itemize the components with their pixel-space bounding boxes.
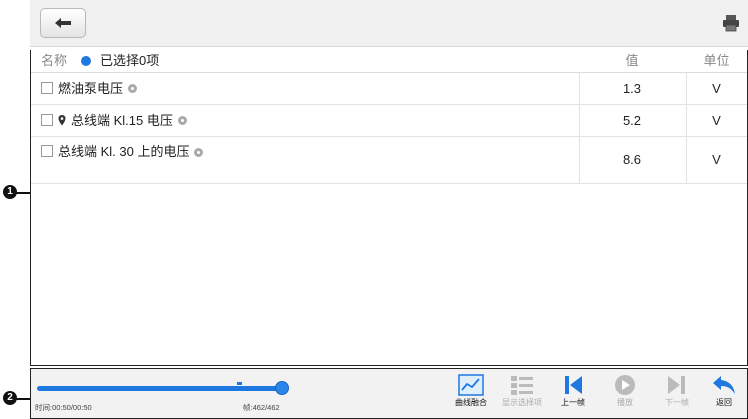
progress-marker: [237, 382, 242, 385]
next-frame-label: 下一帧: [665, 398, 689, 407]
skip-next-icon: [668, 376, 685, 394]
row-value: 5.2: [622, 113, 642, 128]
time-readout: 时间:00:50/00:50: [35, 403, 92, 412]
row-name-cell: 总线端 Kl.15 电压: [58, 105, 187, 136]
progress-track[interactable]: [37, 386, 287, 391]
row-unit: V: [712, 81, 721, 96]
playback-toolbar: 时间:00:50/00:50 帧:462/462 曲线融合 显示选择项 上一帧: [30, 368, 748, 419]
row-checkbox[interactable]: [41, 145, 53, 157]
row-value: 8.6: [622, 152, 642, 167]
return-arrow-icon: [713, 376, 735, 394]
top-bar: [30, 0, 748, 47]
pin-icon: [58, 115, 66, 126]
line-chart-icon: [458, 374, 484, 396]
back-arrow-icon: [55, 18, 71, 28]
play-label: 播放: [617, 398, 633, 407]
header-value: 值: [625, 53, 639, 68]
row-unit: V: [712, 113, 721, 128]
previous-frame-label: 上一帧: [561, 398, 585, 407]
skip-previous-icon: [565, 376, 582, 394]
info-icon[interactable]: [128, 84, 138, 93]
row-checkbox[interactable]: [41, 114, 53, 126]
progress-slider-handle[interactable]: [275, 381, 289, 395]
play-button[interactable]: 播放: [601, 372, 649, 418]
callout-1-line: [16, 192, 30, 194]
table-row[interactable]: 燃油泵电压 1.3 V: [31, 73, 747, 105]
row-unit: V: [712, 152, 721, 167]
row-name-cell: 燃油泵电压: [58, 73, 138, 104]
callout-1: 1: [3, 185, 17, 199]
row-value: 1.3: [622, 81, 642, 96]
frame-readout: 帧:462/462: [243, 403, 280, 412]
callout-2: 2: [3, 391, 17, 405]
data-table: 名称 已选择0项 值 单位 燃油泵电压 1.3 V 总线端 Kl.15 电压 5…: [30, 50, 748, 366]
table-header: 名称 已选择0项 值 单位: [31, 50, 747, 73]
info-icon[interactable]: [177, 116, 187, 125]
show-selected-button[interactable]: 显示选择项: [498, 372, 546, 418]
checklist-icon: [511, 376, 533, 395]
return-label: 返回: [716, 398, 732, 407]
back-button[interactable]: [40, 8, 86, 38]
row-name: 总线端 Kl.15 电压: [71, 113, 173, 128]
header-selected-count: 已选择0项: [100, 53, 160, 68]
return-button[interactable]: 返回: [700, 372, 748, 418]
show-selected-label: 显示选择项: [502, 398, 542, 407]
app-frame: 名称 已选择0项 值 单位 燃油泵电压 1.3 V 总线端 Kl.15 电压 5…: [30, 0, 748, 419]
header-unit: 单位: [703, 53, 730, 68]
table-row[interactable]: 总线端 Kl.15 电压 5.2 V: [31, 105, 747, 137]
row-name: 燃油泵电压: [58, 81, 124, 96]
merge-curves-label: 曲线融合: [455, 398, 487, 407]
merge-curves-button[interactable]: 曲线融合: [447, 372, 495, 418]
info-icon[interactable]: [194, 147, 204, 157]
row-checkbox[interactable]: [41, 82, 53, 94]
next-frame-button[interactable]: 下一帧: [653, 372, 701, 418]
callout-2-line: [16, 398, 30, 400]
table-row[interactable]: 总线端 Kl. 30 上的电压 8.6 V: [31, 137, 747, 184]
print-button[interactable]: [722, 14, 740, 32]
header-name: 名称: [41, 53, 68, 68]
play-circle-icon: [615, 375, 635, 395]
printer-icon: [723, 15, 739, 32]
previous-frame-button[interactable]: 上一帧: [549, 372, 597, 418]
row-name-cell: 总线端 Kl. 30 上的电压: [58, 137, 204, 167]
selection-dot-icon[interactable]: [81, 56, 91, 66]
row-name: 总线端 Kl. 30 上的电压: [58, 144, 190, 159]
